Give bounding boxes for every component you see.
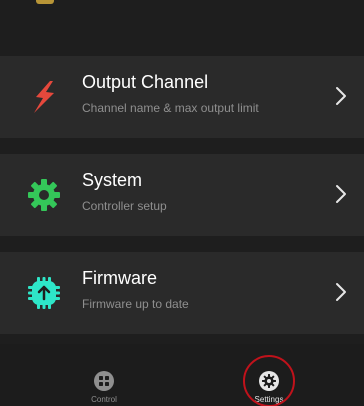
grid-icon	[94, 371, 114, 391]
chip-upload-icon	[28, 277, 60, 309]
menu-item-firmware[interactable]: Firmware Firmware up to date	[0, 252, 364, 334]
nav-tab-control[interactable]: Control	[44, 344, 164, 406]
gear-icon	[28, 179, 60, 211]
section-gap	[0, 236, 364, 252]
bottom-navigation: Control Settings	[0, 344, 364, 406]
chevron-right-icon	[336, 283, 346, 301]
section-gap	[0, 138, 364, 154]
menu-item-subtitle: Channel name & max output limit	[82, 101, 259, 115]
menu-item-output-channel[interactable]: Output Channel Channel name & max output…	[0, 56, 364, 138]
previous-menu-row[interactable]	[0, 0, 364, 14]
nav-tab-label: Control	[91, 395, 117, 404]
menu-item-subtitle: Controller setup	[82, 199, 167, 213]
section-gap	[0, 14, 364, 56]
menu-item-title: Output Channel	[82, 72, 209, 92]
chevron-right-icon	[336, 87, 346, 105]
menu-item-title: System	[82, 170, 143, 190]
highlight-ring	[243, 355, 295, 406]
menu-item-system[interactable]: System Controller setup	[0, 154, 364, 236]
lightning-icon	[34, 81, 54, 113]
menu-item-subtitle: Firmware up to date	[82, 297, 189, 311]
section-gap	[0, 334, 364, 344]
chevron-right-icon	[336, 185, 346, 203]
menu-item-title: Firmware	[82, 268, 157, 288]
previous-row-icon	[36, 0, 54, 4]
